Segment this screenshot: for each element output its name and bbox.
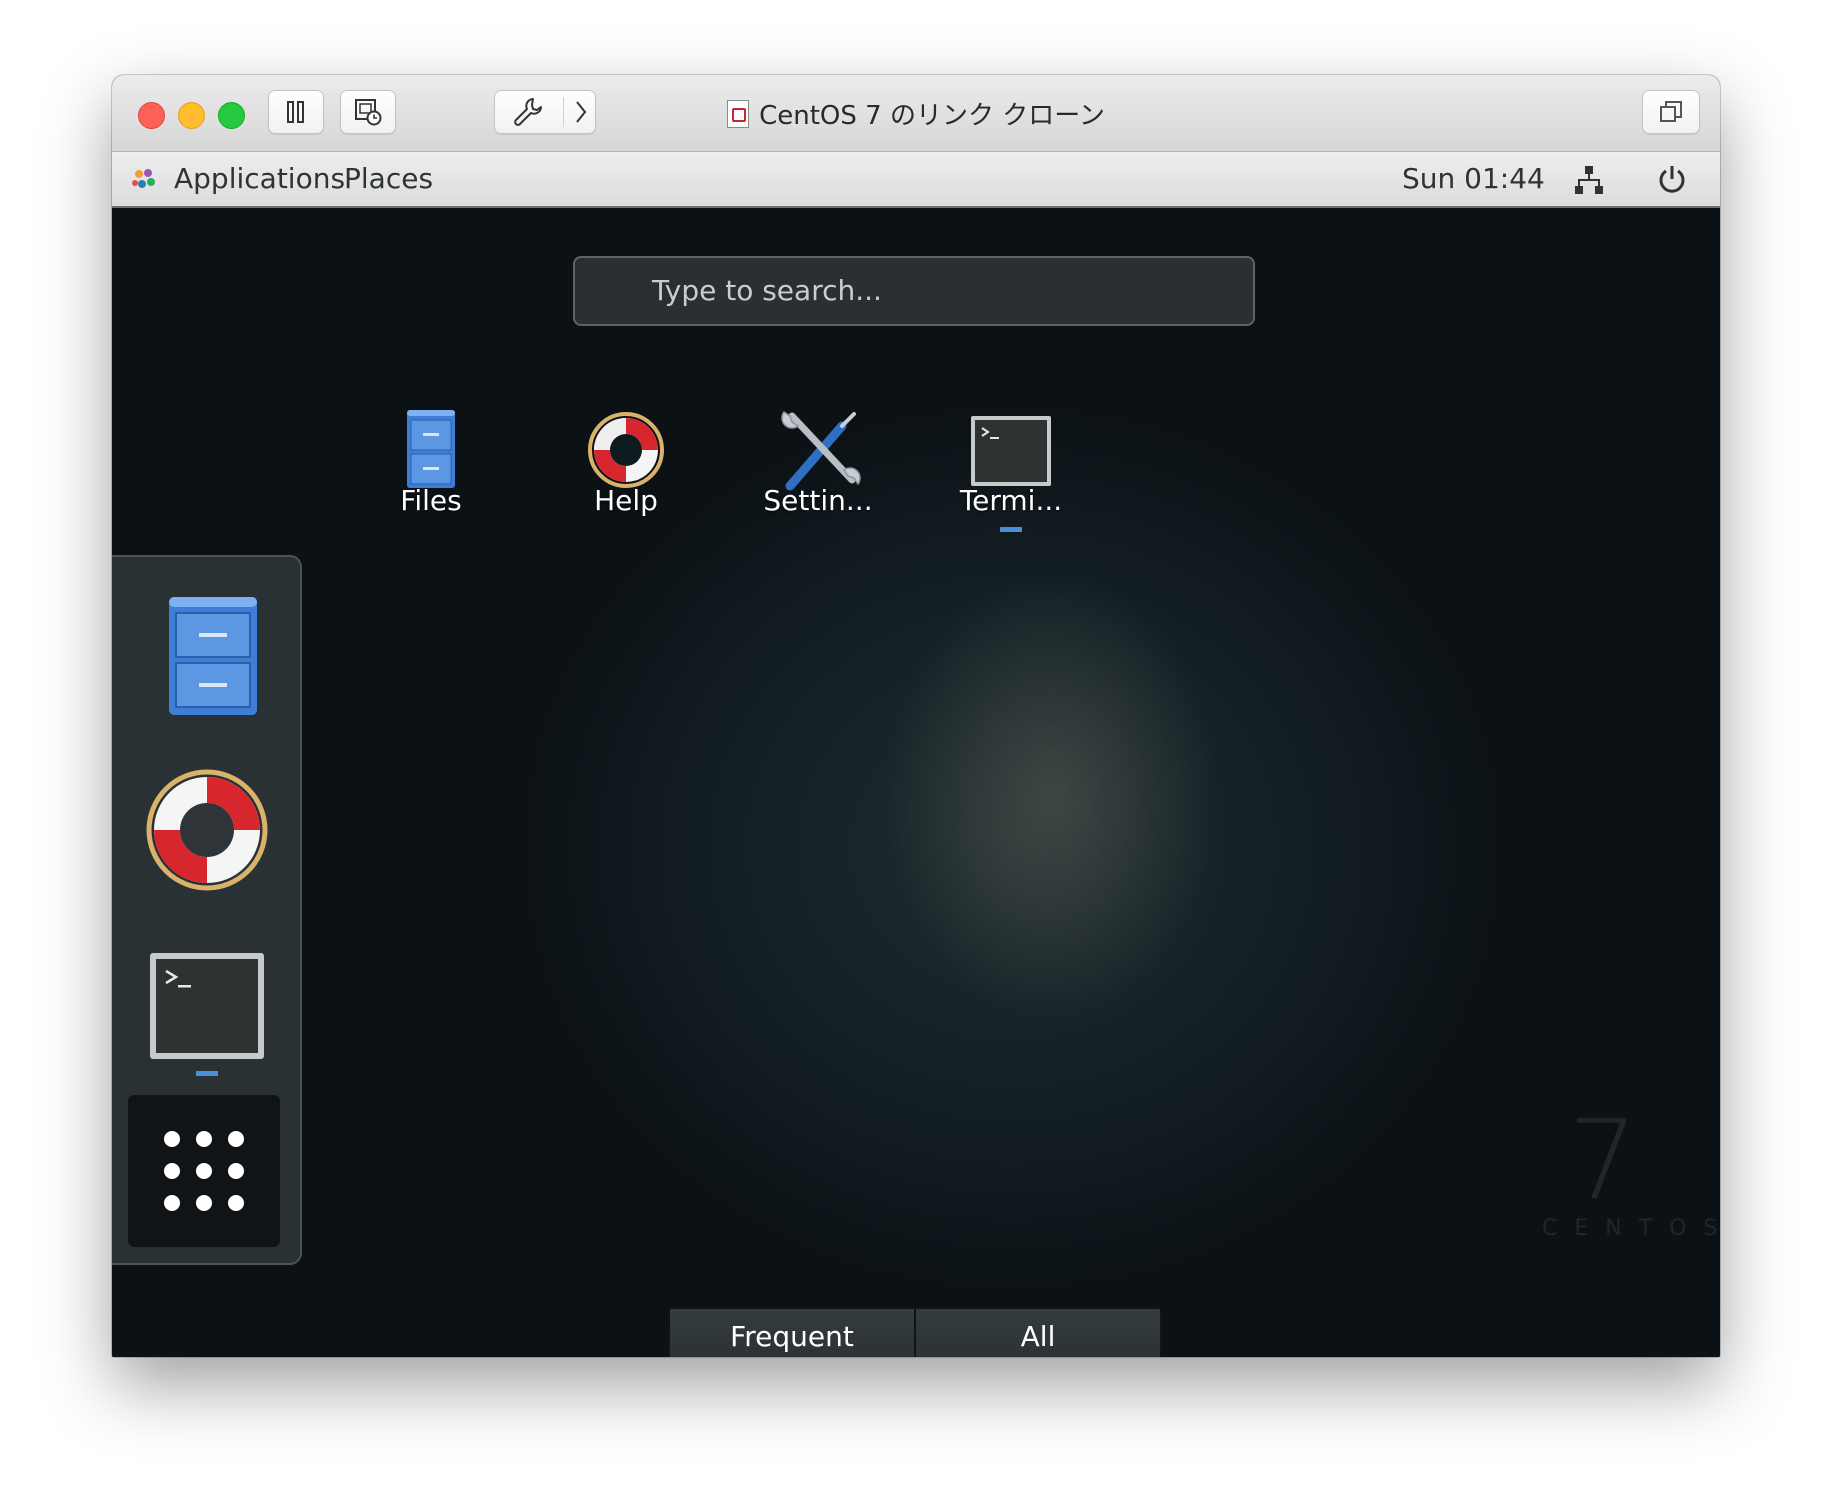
applications-menu[interactable]: Applications — [174, 162, 345, 196]
restore-window-icon — [1660, 101, 1682, 122]
files-icon — [407, 410, 455, 488]
app-help[interactable]: Help — [556, 404, 696, 517]
help-icon — [146, 769, 268, 891]
places-menu[interactable]: Places — [344, 162, 433, 196]
window-title-text: CentOS 7 のリンク クローン — [759, 101, 1105, 131]
settings-icon — [781, 410, 861, 491]
files-icon — [169, 597, 257, 715]
watermark-word: CENTOS — [1542, 1216, 1720, 1241]
window-title: CentOS 7 のリンク クローン — [112, 95, 1720, 132]
running-indicator — [196, 1071, 218, 1076]
window-titlebar[interactable]: CentOS 7 のリンク クローン — [112, 75, 1720, 152]
app-view-switcher: Frequent All — [668, 1307, 1162, 1357]
gnome-foot-icon — [132, 169, 155, 188]
tab-all[interactable]: All — [914, 1309, 1160, 1357]
app-settings[interactable]: Settin... — [748, 404, 888, 517]
help-icon — [588, 412, 664, 488]
document-icon — [727, 99, 750, 128]
tab-frequent[interactable]: Frequent — [670, 1309, 914, 1357]
gnome-top-bar: Applications Places Sun 01:44 — [112, 152, 1720, 208]
app-terminal[interactable]: Termi... — [941, 404, 1081, 532]
running-indicator — [1000, 527, 1022, 532]
app-files[interactable]: Files — [361, 404, 501, 517]
dash-terminal[interactable] — [138, 943, 276, 1081]
restore-window-button[interactable] — [1642, 90, 1700, 134]
dash-files[interactable] — [138, 585, 276, 723]
dash — [112, 555, 302, 1265]
vm-window: CentOS 7 のリンク クローン Applications Places S… — [112, 75, 1720, 1357]
dash-help[interactable] — [138, 761, 276, 899]
watermark-number: 7 — [1568, 1096, 1638, 1224]
search-input[interactable]: Type to search... — [573, 256, 1255, 326]
activities-overview: Type to search... Files Help Settin... T… — [112, 208, 1720, 1357]
terminal-icon — [150, 953, 264, 1059]
show-applications-button[interactable] — [128, 1095, 280, 1247]
power-icon[interactable] — [1656, 164, 1688, 196]
clock[interactable]: Sun 01:44 — [1402, 162, 1545, 196]
network-icon[interactable] — [1574, 165, 1604, 195]
terminal-icon — [971, 416, 1051, 486]
